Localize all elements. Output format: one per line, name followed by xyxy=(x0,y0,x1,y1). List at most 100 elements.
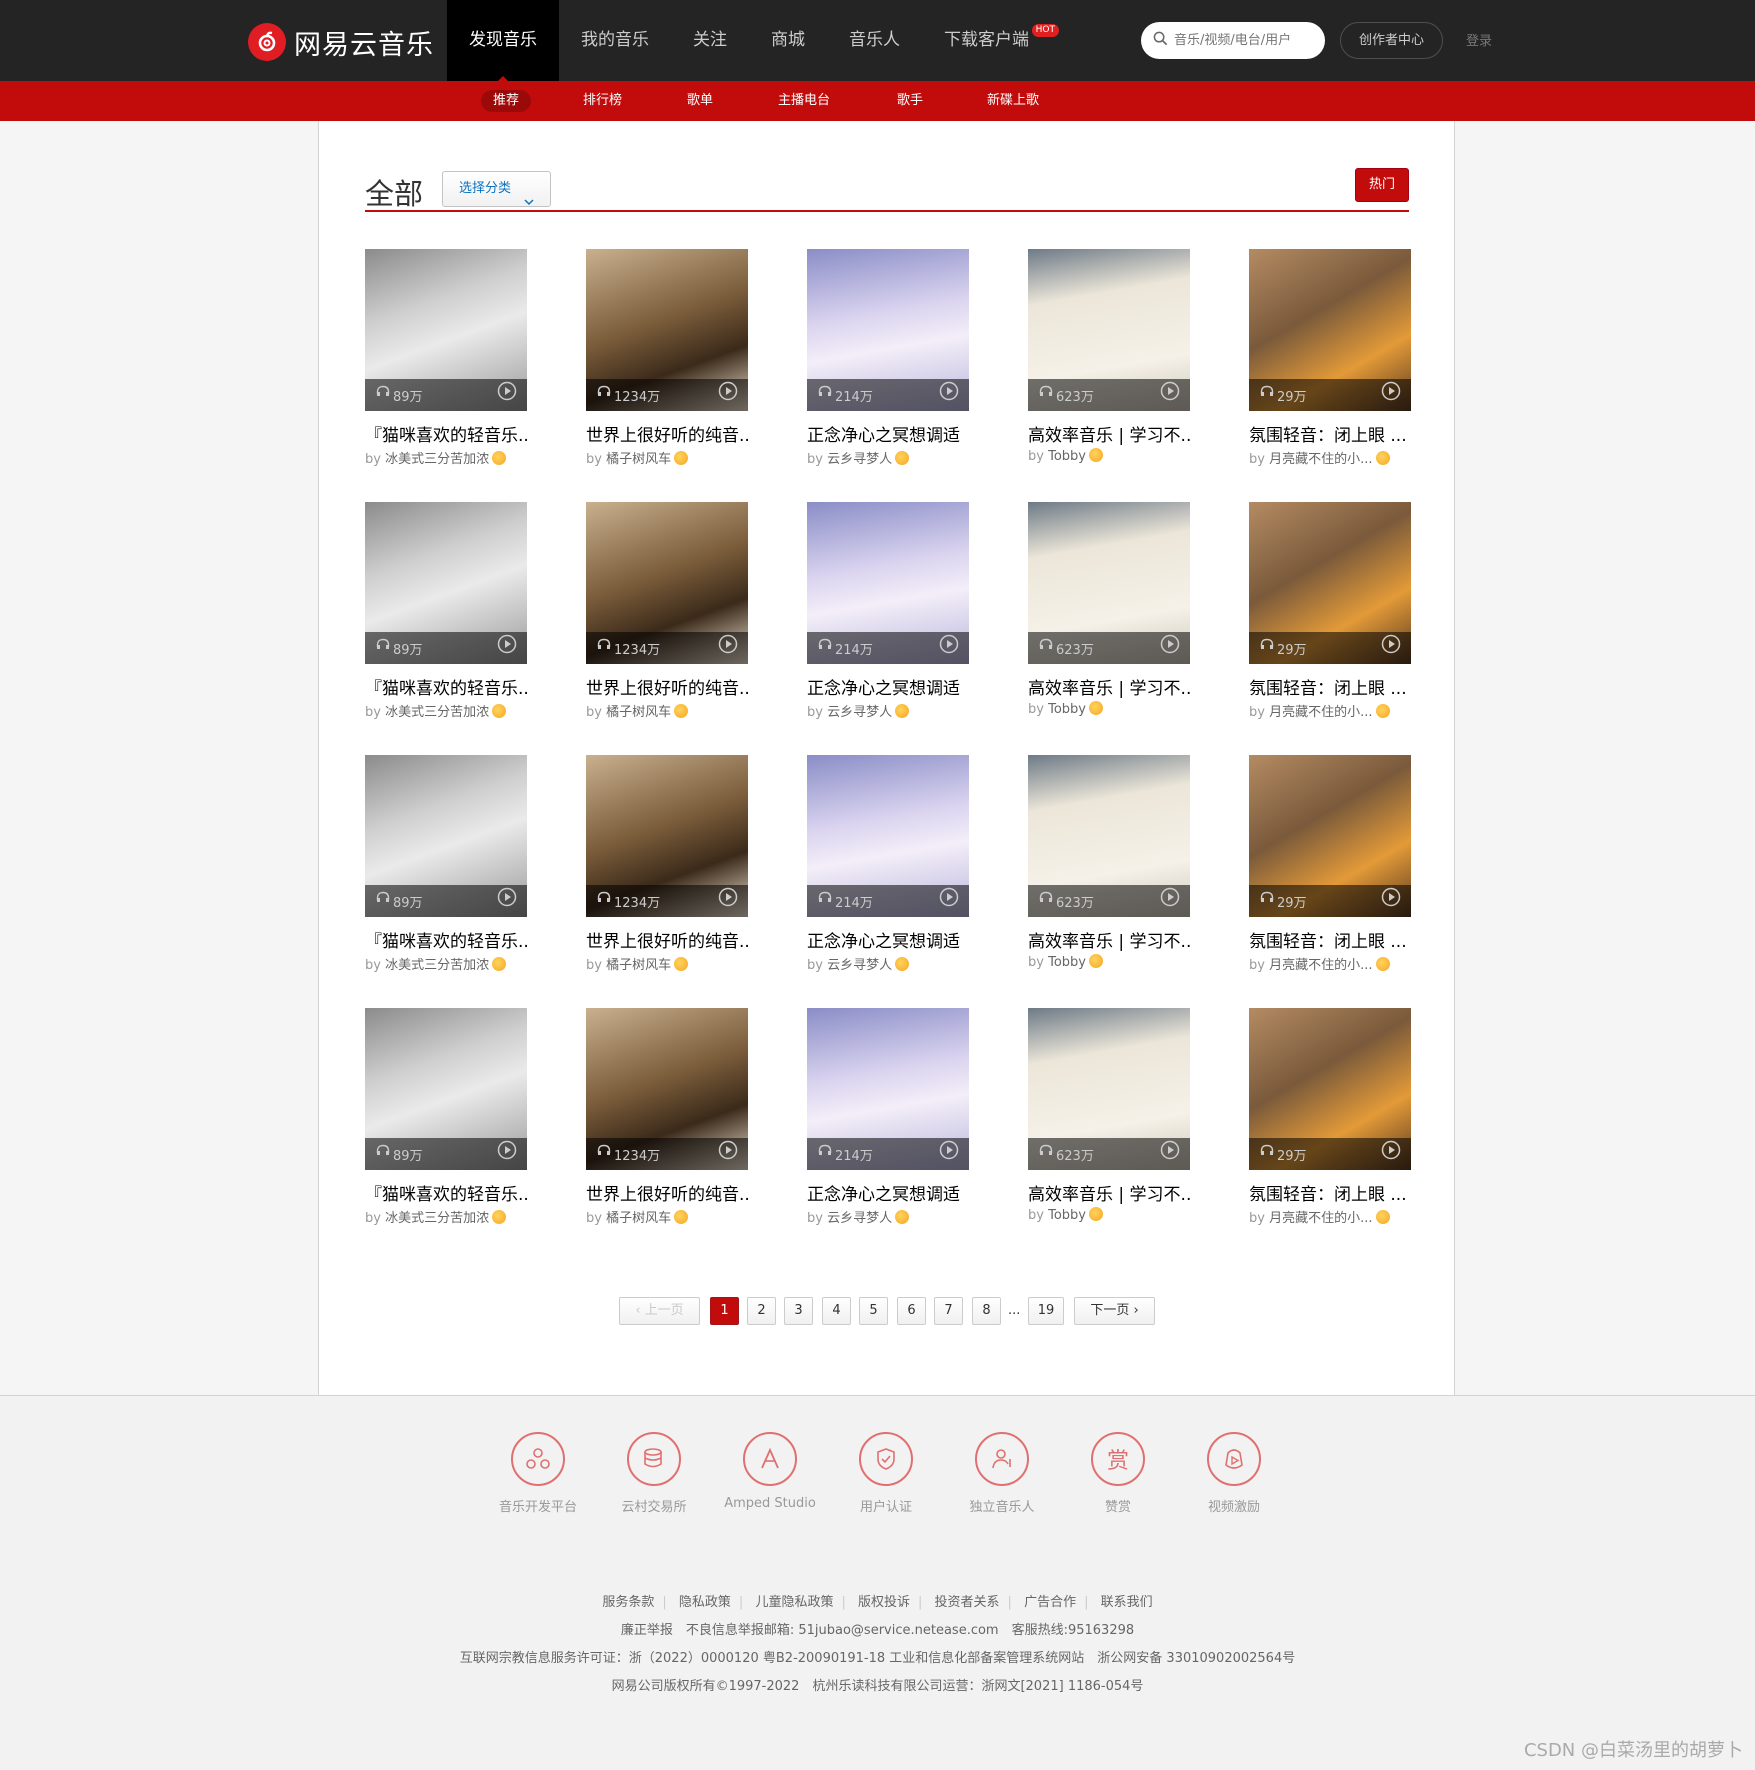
playlist-title[interactable]: 高效率音乐 | 学习不... xyxy=(1028,1180,1190,1205)
playlist-cover[interactable]: 89万 xyxy=(365,755,527,917)
playlist-author[interactable]: 橘子树风车 xyxy=(606,958,671,973)
playlist-title[interactable]: 『猫咪喜欢的轻音乐... xyxy=(365,927,527,952)
nav-download[interactable]: 下载客户端 HOT xyxy=(922,0,1059,81)
play-icon[interactable] xyxy=(1381,634,1401,658)
playlist-title[interactable]: 世界上很好听的纯音... xyxy=(586,1180,748,1205)
page-4-button[interactable]: 4 xyxy=(822,1297,851,1325)
playlist-cover[interactable]: 1234万 xyxy=(586,249,748,411)
play-icon[interactable] xyxy=(497,634,517,658)
playlist-title[interactable]: 氛围轻音：闭上眼 ... xyxy=(1249,674,1411,699)
page-19-button[interactable]: 19 xyxy=(1028,1297,1064,1325)
play-icon[interactable] xyxy=(1160,1140,1180,1164)
search-box[interactable] xyxy=(1141,22,1325,59)
play-icon[interactable] xyxy=(1381,1140,1401,1164)
playlist-author[interactable]: Tobby xyxy=(1048,449,1086,464)
play-icon[interactable] xyxy=(1381,381,1401,405)
page-8-button[interactable]: 8 xyxy=(972,1297,1001,1325)
hot-sort-button[interactable]: 热门 xyxy=(1355,168,1409,202)
play-icon[interactable] xyxy=(718,1140,738,1164)
playlist-author[interactable]: 冰美式三分苦加浓 xyxy=(385,958,489,973)
nav-follow[interactable]: 关注 xyxy=(671,0,749,81)
playlist-author[interactable]: Tobby xyxy=(1048,702,1086,717)
nav-musician[interactable]: 音乐人 xyxy=(827,0,922,81)
playlist-cover[interactable]: 29万 xyxy=(1249,755,1411,917)
playlist-title[interactable]: 『猫咪喜欢的轻音乐... xyxy=(365,421,527,446)
playlist-cover[interactable]: 214万 xyxy=(807,249,969,411)
select-category-button[interactable]: 选择分类 xyxy=(442,171,551,207)
playlist-title[interactable]: 正念净心之冥想调适 xyxy=(807,1180,969,1205)
playlist-author[interactable]: 云乡寻梦人 xyxy=(827,705,892,720)
play-icon[interactable] xyxy=(939,381,959,405)
playlist-cover[interactable]: 623万 xyxy=(1028,1008,1190,1170)
playlist-cover[interactable]: 1234万 xyxy=(586,502,748,664)
playlist-cover[interactable]: 89万 xyxy=(365,1008,527,1170)
play-icon[interactable] xyxy=(1160,634,1180,658)
footer-link[interactable]: 版权投诉 xyxy=(858,1595,910,1610)
play-icon[interactable] xyxy=(939,1140,959,1164)
playlist-title[interactable]: 『猫咪喜欢的轻音乐... xyxy=(365,1180,527,1205)
playlist-cover[interactable]: 214万 xyxy=(807,755,969,917)
footer-service-exchange[interactable]: 云村交易所 xyxy=(599,1432,709,1515)
play-icon[interactable] xyxy=(718,634,738,658)
playlist-title[interactable]: 正念净心之冥想调适 xyxy=(807,927,969,952)
footer-link[interactable]: 服务条款 xyxy=(602,1595,654,1610)
playlist-author[interactable]: 橘子树风车 xyxy=(606,1211,671,1226)
playlist-title[interactable]: 世界上很好听的纯音... xyxy=(586,927,748,952)
playlist-title[interactable]: 世界上很好听的纯音... xyxy=(586,421,748,446)
footer-service-amped[interactable]: Amped Studio xyxy=(715,1432,825,1511)
playlist-cover[interactable]: 623万 xyxy=(1028,502,1190,664)
playlist-author[interactable]: 月亮藏不住的小... xyxy=(1269,1211,1372,1226)
playlist-title[interactable]: 正念净心之冥想调适 xyxy=(807,421,969,446)
playlist-title[interactable]: 高效率音乐 | 学习不... xyxy=(1028,674,1190,699)
page-5-button[interactable]: 5 xyxy=(859,1297,888,1325)
page-7-button[interactable]: 7 xyxy=(934,1297,963,1325)
play-icon[interactable] xyxy=(939,887,959,911)
play-icon[interactable] xyxy=(939,634,959,658)
nav-discover[interactable]: 发现音乐 xyxy=(447,0,559,82)
playlist-author[interactable]: 云乡寻梦人 xyxy=(827,452,892,467)
play-icon[interactable] xyxy=(1381,887,1401,911)
footer-service-musician[interactable]: 独立音乐人 xyxy=(947,1432,1057,1515)
logo[interactable]: 网易云音乐 xyxy=(248,23,434,61)
playlist-author[interactable]: 冰美式三分苦加浓 xyxy=(385,452,489,467)
playlist-author[interactable]: Tobby xyxy=(1048,955,1086,970)
play-icon[interactable] xyxy=(1160,887,1180,911)
search-input[interactable] xyxy=(1174,33,1314,48)
playlist-author[interactable]: 云乡寻梦人 xyxy=(827,958,892,973)
playlist-cover[interactable]: 29万 xyxy=(1249,502,1411,664)
playlist-title[interactable]: 世界上很好听的纯音... xyxy=(586,674,748,699)
play-icon[interactable] xyxy=(497,381,517,405)
play-icon[interactable] xyxy=(497,887,517,911)
footer-service-reward[interactable]: 赏 赞赏 xyxy=(1063,1432,1173,1515)
playlist-title[interactable]: 氛围轻音：闭上眼 ... xyxy=(1249,927,1411,952)
footer-service-dev-platform[interactable]: 音乐开发平台 xyxy=(483,1432,593,1515)
playlist-author[interactable]: 月亮藏不住的小... xyxy=(1269,705,1372,720)
playlist-cover[interactable]: 1234万 xyxy=(586,1008,748,1170)
subnav-charts[interactable]: 排行榜 xyxy=(571,90,634,112)
playlist-cover[interactable]: 1234万 xyxy=(586,755,748,917)
playlist-title[interactable]: 高效率音乐 | 学习不... xyxy=(1028,421,1190,446)
playlist-cover[interactable]: 214万 xyxy=(807,1008,969,1170)
footer-service-verify[interactable]: 用户认证 xyxy=(831,1432,941,1515)
footer-link[interactable]: 儿童隐私政策 xyxy=(755,1595,833,1610)
footer-link[interactable]: 广告合作 xyxy=(1024,1595,1076,1610)
playlist-author[interactable]: Tobby xyxy=(1048,1208,1086,1223)
page-2-button[interactable]: 2 xyxy=(747,1297,776,1325)
next-page-button[interactable]: 下一页 › xyxy=(1074,1297,1155,1325)
playlist-title[interactable]: 高效率音乐 | 学习不... xyxy=(1028,927,1190,952)
playlist-author[interactable]: 云乡寻梦人 xyxy=(827,1211,892,1226)
nav-mall[interactable]: 商城 xyxy=(749,0,827,81)
play-icon[interactable] xyxy=(718,381,738,405)
nav-my-music[interactable]: 我的音乐 xyxy=(559,0,671,81)
playlist-cover[interactable]: 29万 xyxy=(1249,1008,1411,1170)
subnav-radio[interactable]: 主播电台 xyxy=(766,90,842,112)
footer-service-video[interactable]: 视频激励 xyxy=(1179,1432,1289,1515)
play-icon[interactable] xyxy=(718,887,738,911)
login-link[interactable]: 登录 xyxy=(1466,30,1492,49)
page-3-button[interactable]: 3 xyxy=(784,1297,813,1325)
playlist-cover[interactable]: 89万 xyxy=(365,249,527,411)
footer-link[interactable]: 联系我们 xyxy=(1101,1595,1153,1610)
playlist-title[interactable]: 『猫咪喜欢的轻音乐... xyxy=(365,674,527,699)
playlist-author[interactable]: 冰美式三分苦加浓 xyxy=(385,705,489,720)
subnav-new-albums[interactable]: 新碟上歌 xyxy=(975,90,1051,112)
